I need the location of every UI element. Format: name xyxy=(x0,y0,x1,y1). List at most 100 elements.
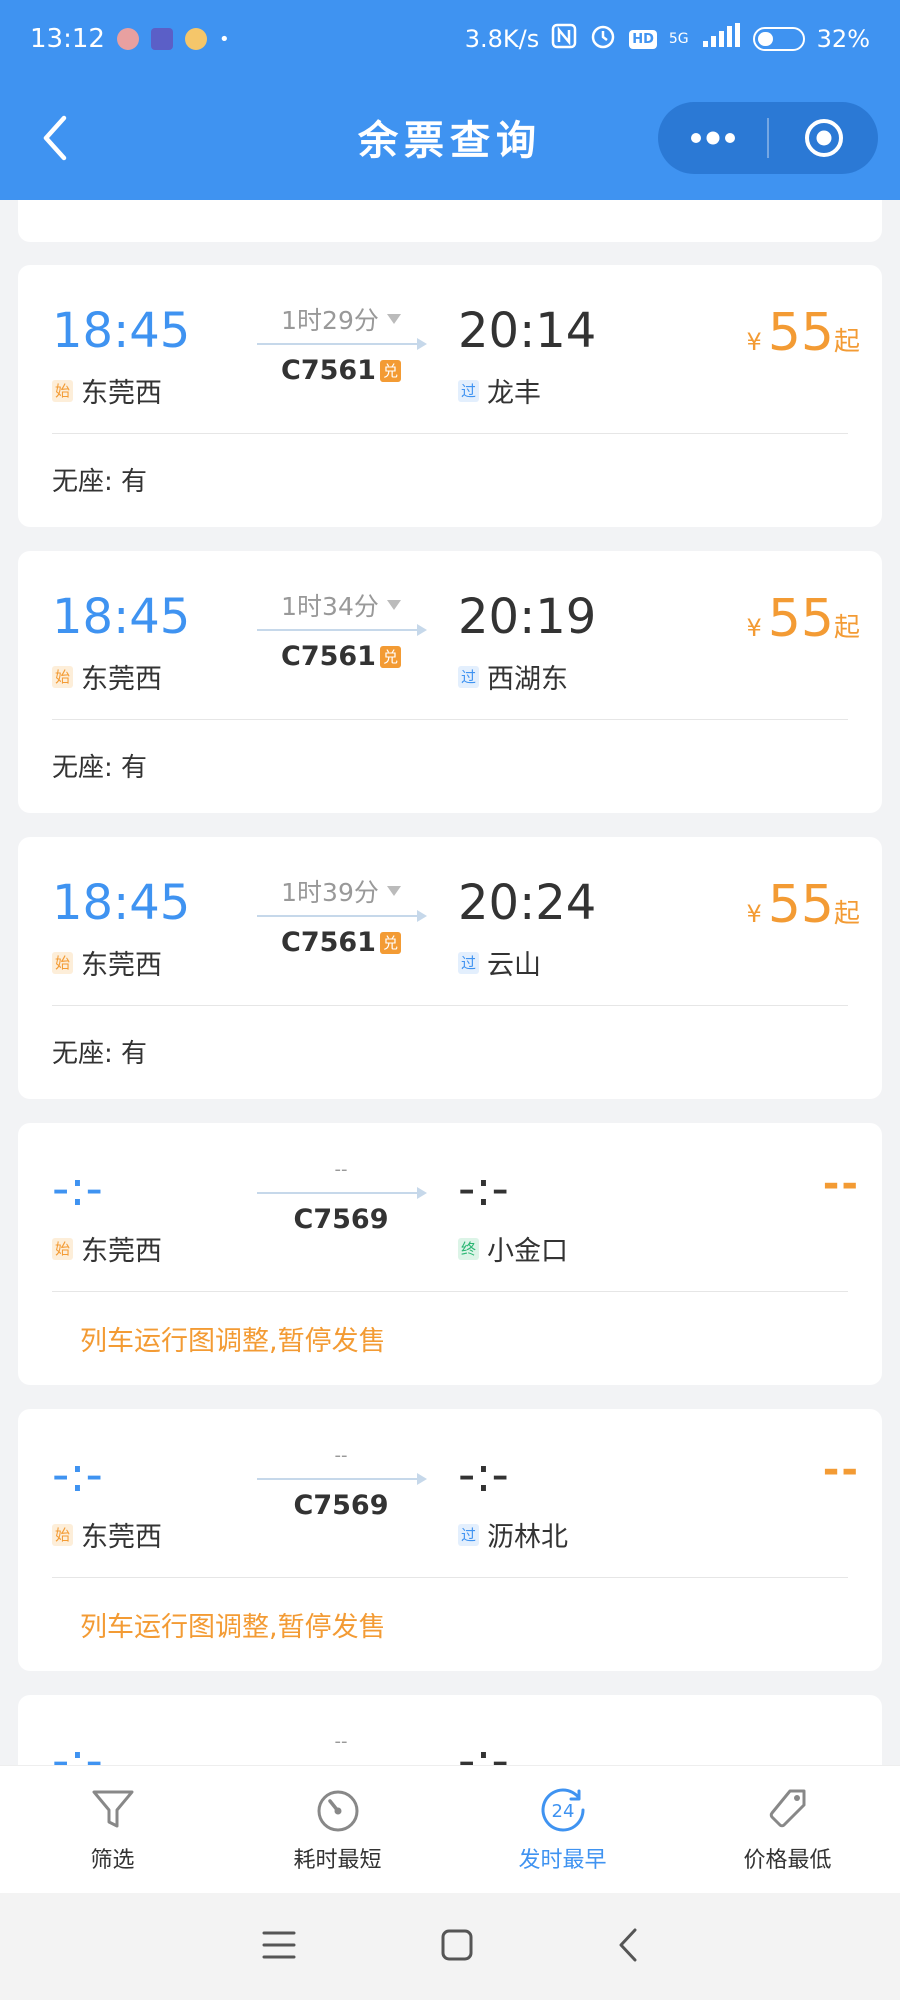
dropdown-triangle-icon[interactable] xyxy=(386,600,401,610)
dropdown-triangle-icon[interactable] xyxy=(386,886,401,896)
system-back-button[interactable] xyxy=(617,1927,639,1967)
train-number: C7561 xyxy=(281,927,376,958)
system-nav-bar xyxy=(0,1893,900,2000)
ticket-price: ¥ 55 起 xyxy=(746,303,860,363)
arrival-station: 西湖东 xyxy=(487,664,569,695)
arrival-station: 小金口 xyxy=(487,1236,569,1267)
departure-station: 东莞西 xyxy=(81,664,163,695)
departure-station: 东莞西 xyxy=(81,1522,163,1553)
route-arrow-icon xyxy=(257,910,427,922)
ticket-price: -- xyxy=(822,1447,860,1493)
seat-availability: 无座: 有 xyxy=(52,753,148,783)
train-card[interactable]: -:- 始 东莞西 -- C7569 -:- 过 沥林北 -- 列车运行图调整,… xyxy=(18,1409,882,1671)
tab-label: 筛选 xyxy=(90,1848,135,1873)
battery-percent: 32% xyxy=(816,25,870,53)
travel-duration: 1时34分 xyxy=(281,592,379,621)
more-notifications-icon: • xyxy=(218,28,230,50)
hd-icon: HD xyxy=(629,29,657,49)
home-button[interactable] xyxy=(440,1928,474,1966)
departure-time: -:- xyxy=(52,1447,103,1503)
more-button[interactable] xyxy=(658,102,767,174)
status-time: 13:12 xyxy=(30,24,105,54)
train-card[interactable]: 18:45 始 东莞西 1时29分 C7561 兑 20:14 过 龙丰 ¥ 5… xyxy=(18,265,882,527)
dropdown-triangle-icon[interactable] xyxy=(386,314,401,324)
ticket-price: -- xyxy=(822,1161,860,1207)
arrival-time: 20:19 xyxy=(458,589,597,645)
travel-duration: -- xyxy=(334,1731,348,1752)
arrival-time: -:- xyxy=(458,1161,509,1217)
ticket-price: ¥ 55 起 xyxy=(746,589,860,649)
svg-text:24: 24 xyxy=(551,1801,574,1822)
page-header: 余票查询 xyxy=(0,78,900,200)
route-arrow-icon xyxy=(257,1187,427,1199)
close-mini-program-button[interactable] xyxy=(769,102,878,174)
target-circle-icon xyxy=(804,119,843,157)
route-arrow-icon xyxy=(257,338,427,350)
pass-station-badge: 过 xyxy=(458,665,480,688)
card-divider xyxy=(52,1005,848,1006)
menu-lines-icon xyxy=(262,1931,296,1958)
arrival-station: 云山 xyxy=(487,950,542,981)
train-card[interactable] xyxy=(18,200,882,242)
network-type: 5G xyxy=(668,31,689,47)
travel-duration: -- xyxy=(334,1445,348,1466)
pass-station-badge: 过 xyxy=(458,951,480,974)
nfc-icon xyxy=(551,23,577,55)
departure-time: 18:45 xyxy=(52,875,191,931)
tab-lowest-price[interactable]: 价格最低 xyxy=(675,1766,900,1893)
card-divider xyxy=(52,1291,848,1292)
card-divider xyxy=(52,433,848,434)
departure-time: 18:45 xyxy=(52,589,191,645)
filter-icon xyxy=(92,1790,133,1828)
departure-time: -:- xyxy=(52,1733,103,1765)
train-number: C7561 xyxy=(281,641,376,672)
exchange-badge: 兑 xyxy=(379,359,401,382)
arrival-time: -:- xyxy=(458,1733,509,1765)
battery-icon xyxy=(752,27,805,51)
card-divider xyxy=(52,719,848,720)
exchange-badge: 兑 xyxy=(379,931,401,954)
departure-station: 东莞西 xyxy=(81,1236,163,1267)
seat-availability: 无座: 有 xyxy=(52,467,148,497)
price-tag-icon xyxy=(769,1789,805,1828)
train-list[interactable]: 18:45 始 东莞西 1时29分 C7561 兑 20:14 过 龙丰 ¥ 5… xyxy=(0,200,900,1765)
departure-station: 东莞西 xyxy=(81,950,163,981)
sort-tab-bar: 筛选 耗时最短 24 发时最早 价格最低 xyxy=(0,1765,900,1893)
status-bar: 13:12 • 3.8K/s HD 5G 32% xyxy=(0,0,900,78)
route-arrow-icon xyxy=(257,1473,427,1485)
notification-icon xyxy=(116,28,139,50)
tab-label: 价格最低 xyxy=(743,1848,832,1873)
card-divider xyxy=(52,1577,848,1578)
train-number: C7569 xyxy=(293,1490,389,1521)
train-card[interactable]: 18:45 始 东莞西 1时34分 C7561 兑 20:19 过 西湖东 ¥ … xyxy=(18,551,882,813)
suspension-notice: 列车运行图调整,暂停发售 xyxy=(80,1612,386,1643)
more-dots-icon xyxy=(690,131,735,145)
signal-icon xyxy=(701,23,741,55)
clock-24-icon: 24 xyxy=(541,1788,584,1832)
stopwatch-icon xyxy=(317,1790,358,1832)
tab-filter[interactable]: 筛选 xyxy=(0,1766,225,1893)
train-card[interactable]: -:- 始 东莞西 -- C7569 -:- 终 小金口 -- 列车运行图调整,… xyxy=(18,1123,882,1385)
travel-duration: 1时29分 xyxy=(281,306,379,335)
pass-station-badge: 过 xyxy=(458,379,480,402)
train-card[interactable]: 18:45 始 东莞西 1时39分 C7561 兑 20:24 过 云山 ¥ 5… xyxy=(18,837,882,1099)
departure-time: -:- xyxy=(52,1161,103,1217)
start-station-badge: 始 xyxy=(52,1237,74,1260)
tab-earliest-departure[interactable]: 24 发时最早 xyxy=(450,1766,675,1893)
home-square-icon xyxy=(441,1929,473,1960)
route-arrow-icon xyxy=(257,624,427,636)
tab-shortest-duration[interactable]: 耗时最短 xyxy=(225,1766,450,1893)
arrival-time: 20:24 xyxy=(458,875,597,931)
arrival-time: -:- xyxy=(458,1447,509,1503)
departure-station: 东莞西 xyxy=(81,378,163,409)
arrival-time: 20:14 xyxy=(458,303,597,359)
train-card[interactable]: -:- -- -:- xyxy=(18,1695,882,1765)
start-station-badge: 始 xyxy=(52,951,74,974)
network-speed: 3.8K/s xyxy=(464,25,540,53)
exchange-badge: 兑 xyxy=(379,645,401,668)
recent-apps-button[interactable] xyxy=(261,1929,297,1965)
app-notification-icon xyxy=(150,28,173,50)
alarm-icon xyxy=(589,22,617,56)
start-station-badge: 始 xyxy=(52,379,74,402)
end-station-badge: 终 xyxy=(458,1237,480,1260)
